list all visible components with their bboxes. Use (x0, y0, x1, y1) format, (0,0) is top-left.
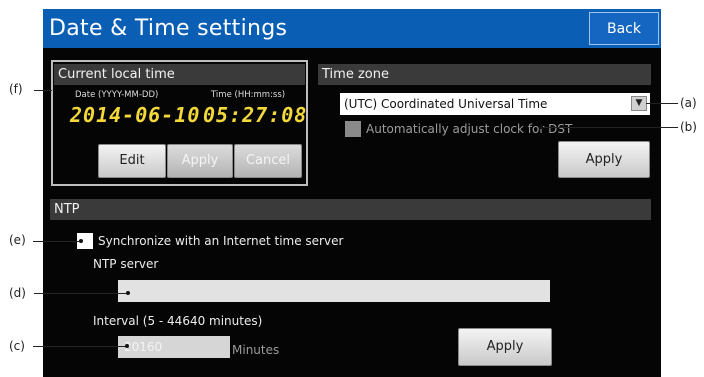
interval-input[interactable]: 20160 (118, 336, 230, 358)
dst-checkbox[interactable] (345, 121, 361, 137)
timezone-apply-button[interactable]: Apply (558, 141, 650, 178)
callout-b-line (541, 127, 678, 128)
callout-b-dot (539, 125, 543, 129)
ntp-apply-button[interactable]: Apply (458, 328, 552, 366)
timezone-heading: Time zone (318, 64, 651, 85)
callout-e-dot (79, 239, 83, 243)
callout-f-line (34, 90, 52, 91)
callout-b: (b) (680, 120, 697, 134)
timezone-select[interactable]: (UTC) Coordinated Universal Time ▼ (340, 93, 650, 115)
current-time-heading: Current local time (54, 64, 305, 85)
callout-d-dot (126, 291, 130, 295)
time-display: 05:27:08 (203, 103, 308, 127)
cancel-button[interactable]: Cancel (234, 144, 302, 178)
date-format-label: Date (YYYY-MM-DD) (75, 90, 159, 100)
minutes-unit-label: Minutes (232, 343, 280, 357)
callout-c-line (33, 346, 127, 347)
callout-e-line (33, 241, 81, 242)
timezone-selected-value: (UTC) Coordinated Universal Time (344, 97, 548, 111)
interval-label: Interval (5 - 44640 minutes) (93, 314, 263, 328)
callout-d-line (34, 293, 128, 294)
ntp-sync-label: Synchronize with an Internet time server (98, 234, 344, 248)
page-title: Date & Time settings (49, 16, 288, 41)
time-format-label: Time (HH:mm:ss) (211, 90, 286, 100)
callout-c: (c) (9, 339, 25, 353)
apply-time-button[interactable]: Apply (167, 144, 233, 178)
callout-e: (e) (9, 233, 26, 247)
ntp-server-label: NTP server (93, 257, 159, 271)
date-display: 2014-06-10 (70, 103, 201, 127)
back-button[interactable]: Back (589, 12, 659, 45)
settings-screen: Date & Time settings Back Current local … (43, 9, 661, 377)
callout-a: (a) (680, 96, 697, 110)
ntp-server-input[interactable] (118, 280, 550, 302)
callout-c-dot (125, 344, 129, 348)
chevron-down-icon[interactable]: ▼ (631, 96, 647, 111)
current-time-panel: Current local time Date (YYYY-MM-DD) Tim… (51, 60, 308, 186)
title-bar: Date & Time settings Back (43, 9, 661, 48)
callout-a-line (646, 103, 678, 104)
callout-d: (d) (9, 286, 26, 300)
ntp-heading: NTP (50, 199, 651, 220)
edit-button[interactable]: Edit (98, 144, 166, 178)
callout-f: (f) (9, 82, 23, 96)
